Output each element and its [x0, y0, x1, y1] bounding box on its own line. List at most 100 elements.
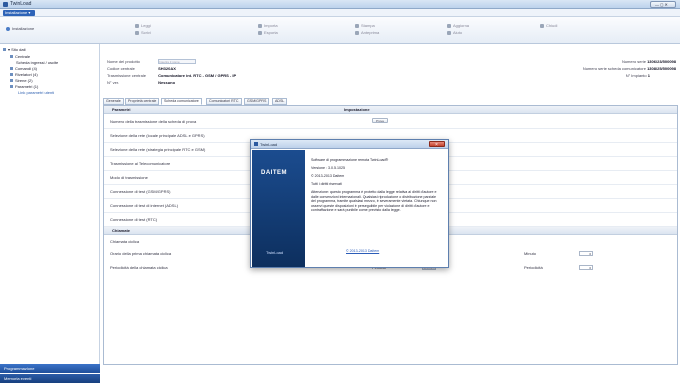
installation-no-label: N° Impianto	[625, 73, 647, 78]
section-calls-title: Chiamate	[112, 228, 131, 233]
preview-icon	[355, 30, 359, 35]
print-icon	[355, 23, 359, 28]
dialog-website-link[interactable]: © 2013-2013 Daitem	[346, 249, 379, 253]
window-controls[interactable]: — ◻ ✕	[650, 1, 676, 8]
app-icon	[3, 2, 8, 7]
about-dialog: TwinLoad × DAITEM TwinLoad Software di p…	[250, 139, 449, 268]
help-icon	[447, 30, 451, 35]
periodicity-label: Periodicità della chiamata ciclica	[110, 265, 168, 270]
comm-serial-label: Numero serie scheda comunicatore	[582, 66, 646, 71]
dialog-version-line: Versione : 3.0.5.1025	[311, 166, 345, 170]
product-name-input[interactable]: Inserire il nome	[158, 59, 197, 65]
toolbar-print-label[interactable]: Stampa	[361, 23, 375, 28]
periodicity-stepper[interactable]: 0	[579, 265, 593, 271]
toolbar-group-1[interactable]: Leggi Scrivi	[135, 23, 151, 37]
tree-item-user-params[interactable]: Link parametri utenti	[18, 90, 54, 95]
tab-general[interactable]: Generale	[103, 98, 124, 105]
param-row[interactable]: Numero della trasmissione della scheda d…	[104, 115, 677, 129]
write-icon	[135, 30, 139, 35]
refresh-icon	[447, 23, 451, 28]
minute-stepper[interactable]: 0	[579, 251, 593, 257]
dialog-copyright-line: © 2013-2013 Daitem	[311, 174, 345, 178]
toolbar-group-4[interactable]: Aggiorna Aiuto	[447, 23, 469, 37]
window-controls-glyphs[interactable]: — ◻ ✕	[655, 2, 668, 7]
param-label: Selezione della rete (locale principale …	[110, 133, 205, 138]
window-title: TwinLoad	[10, 1, 32, 7]
section-parameters[interactable]: Parametri Impostazione	[104, 106, 677, 114]
command-icon	[10, 67, 13, 71]
tree-item-sirens[interactable]: Sirene (2)	[10, 78, 33, 83]
dialog-software-line: Software di programmazione remota TwinLo…	[311, 158, 389, 162]
toolbar-close-label[interactable]: Chiudi	[546, 23, 557, 28]
tree-item-io-board[interactable]: Scheda ingressi / uscite	[16, 60, 58, 65]
tree-item-commands[interactable]: Comandi (4)	[10, 66, 37, 71]
toolbar-installation[interactable]: Installazione	[6, 26, 34, 31]
comm-value: Comunicatore int. RTC - GSM / GPRS - IP	[158, 73, 237, 78]
tree-item-detectors[interactable]: Rivelatori (4)	[10, 72, 38, 77]
programming-button[interactable]: Programmazione	[0, 364, 100, 373]
tree-item-user-params-label: Link parametri utenti	[18, 90, 55, 95]
tab-central-properties[interactable]: Proprietà centrale	[125, 98, 160, 105]
toolbar-export-label[interactable]: Esporta	[264, 30, 278, 35]
tree-item-central[interactable]: Centrale	[10, 54, 30, 59]
comm-row: Trasmissione centrale Comunicatore int. …	[107, 73, 236, 78]
toolbar-read-label[interactable]: Leggi	[141, 23, 151, 28]
serial-value: 1306/23/500098	[647, 59, 676, 64]
toolbar-import-label[interactable]: Importa	[264, 23, 278, 28]
param-label: Connessione di test (GSM/GPRS)	[110, 189, 171, 194]
toolbar-installation-label: Installazione	[12, 26, 35, 31]
param-label: Connessione di test di internet (ADSL)	[110, 203, 179, 208]
toolbar-group-3[interactable]: Stampa Anteprima	[355, 23, 379, 37]
comm-serial-value: 1308/25/500098	[647, 66, 676, 71]
param-label: Modo di trasmissione	[110, 175, 148, 180]
dialog-rights-line: Tutti i diritti riservati	[311, 182, 342, 186]
tree-item-io-board-label: Scheda ingressi / uscite	[16, 60, 59, 65]
import-icon	[258, 23, 262, 28]
section-parameters-title: Parametri	[112, 107, 131, 112]
parameter-icon	[10, 85, 13, 89]
version-value: Nessuno	[158, 80, 176, 85]
tab-rtc[interactable]: Comunicatori RTC	[206, 98, 242, 105]
dialog-title-bar: TwinLoad ×	[251, 140, 448, 149]
test-button[interactable]: Prova	[372, 118, 388, 123]
param-label: Connessione di test (RTC)	[110, 217, 158, 222]
toolbar-refresh-label[interactable]: Aggiorna	[453, 23, 469, 28]
dialog-title: TwinLoad	[260, 142, 278, 147]
menu-bar: Installazione ▾	[0, 9, 680, 17]
product-name-label: Nome del prodotto	[107, 59, 140, 64]
cyclic-call-label: Chiamata ciclica	[110, 239, 140, 244]
dialog-close-button[interactable]: ×	[429, 141, 445, 148]
toolbar-preview-label[interactable]: Anteprima	[361, 30, 379, 35]
siren-icon	[10, 79, 13, 83]
file-menu-button[interactable]: Installazione ▾	[3, 10, 35, 16]
brand-product-name: TwinLoad	[266, 250, 284, 255]
toolbar-help-label[interactable]: Aiuto	[453, 30, 462, 35]
central-icon	[10, 55, 13, 59]
tree-item-parameters[interactable]: Parametri (1)	[10, 84, 38, 89]
comm-serial-row: Numero serie scheda comunicatore 1308/25…	[583, 66, 676, 71]
toolbar-group-5[interactable]: Chiudi	[540, 23, 557, 30]
tab-communicator-board[interactable]: Scheda comunicatore	[161, 98, 202, 105]
dialog-app-icon	[254, 142, 258, 146]
tree-root[interactable]: ▾ Sito dati	[3, 47, 26, 52]
central-code-label: Codice centrale	[107, 66, 135, 71]
toolbar-group-2[interactable]: Importa Esporta	[258, 23, 278, 37]
section-setting-title: Impostazione	[344, 107, 370, 112]
version-row: N° ver. Nessuno	[107, 80, 175, 85]
close-icon	[540, 23, 544, 28]
product-name-row: Nome del prodotto Inserire il nome	[107, 59, 197, 65]
first-call-label: Orario della prima chiamata ciclica	[110, 251, 172, 256]
installation-no-value: 1	[647, 73, 650, 78]
param-label: Numero della trasmissione della scheda d…	[110, 119, 197, 124]
tree-item-central-label: Centrale	[15, 54, 31, 59]
tab-adsl[interactable]: ADSL	[272, 98, 288, 105]
site-tree: ▾ Sito dati Centrale Scheda ingressi / u…	[0, 44, 100, 364]
title-bar: TwinLoad — ◻ ✕	[0, 0, 680, 9]
central-code-value: SH320AX	[158, 66, 176, 71]
tab-gsm[interactable]: GSM/GPRS	[244, 98, 270, 105]
serial-label: Numero serie	[621, 59, 646, 64]
event-memory-button[interactable]: Memoria eventi	[0, 374, 100, 383]
toolbar-write-label[interactable]: Scrivi	[141, 30, 151, 35]
brand-logo: DAITEM	[261, 170, 287, 176]
central-code-row: Codice centrale SH320AX	[107, 66, 176, 71]
